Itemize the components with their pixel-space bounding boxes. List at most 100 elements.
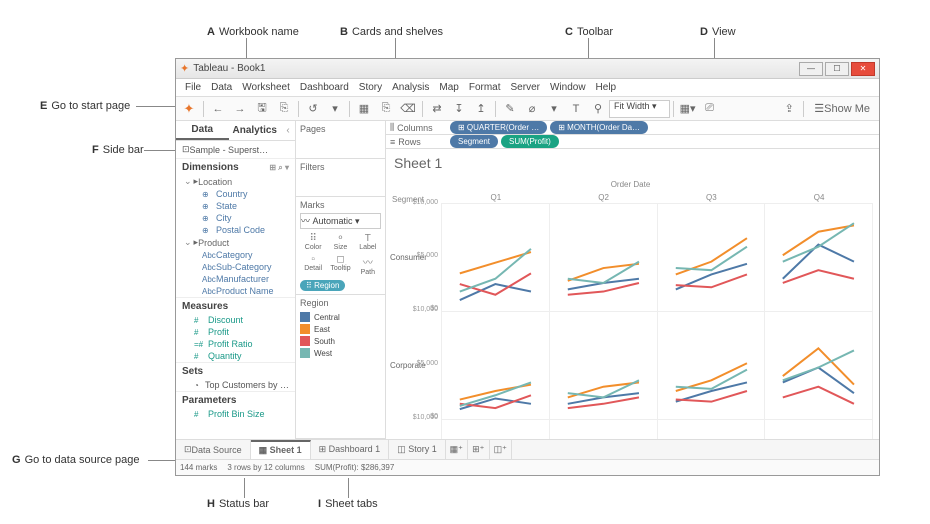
undo-button[interactable]: ↺ bbox=[303, 99, 323, 119]
mark-color[interactable]: ⠿Color bbox=[300, 232, 326, 252]
fit-select[interactable]: Fit Width ▾ bbox=[609, 100, 670, 118]
show-me-button[interactable]: ☰ Show Me bbox=[808, 99, 876, 119]
chart-cell[interactable]: $10,000$5,000$0 bbox=[441, 203, 550, 312]
sidebar-tab-analytics[interactable]: Analytics bbox=[229, 121, 282, 140]
new-dashboard-tab[interactable]: ⊞⁺ bbox=[468, 440, 490, 459]
marks-type-select[interactable]: 〰 Automatic ▾ bbox=[300, 213, 381, 229]
swap-button[interactable]: ⇄ bbox=[427, 99, 447, 119]
measure-field[interactable]: #Discount bbox=[176, 314, 295, 326]
legend-item[interactable]: West bbox=[300, 347, 381, 359]
highlight-button[interactable]: ✎ bbox=[500, 99, 520, 119]
mark-label[interactable]: TLabel bbox=[355, 232, 381, 252]
redo-dropdown[interactable]: ▾ bbox=[325, 99, 345, 119]
shelf-pill[interactable]: ⊞ QUARTER(Order … bbox=[450, 121, 547, 134]
chart-cell[interactable] bbox=[549, 311, 658, 420]
chart-cell[interactable]: $10,000$5,000$0 bbox=[441, 419, 550, 440]
dim-field[interactable]: ⊕Country bbox=[176, 188, 295, 200]
mark-tooltip[interactable]: ◻Tooltip bbox=[327, 253, 353, 277]
dim-field[interactable]: ⊕City bbox=[176, 212, 295, 224]
legend-item[interactable]: East bbox=[300, 323, 381, 335]
new-story-tab[interactable]: ◫⁺ bbox=[490, 440, 512, 459]
sidebar-collapse-icon[interactable]: ‹ bbox=[281, 121, 295, 140]
chart-cell[interactable] bbox=[657, 419, 766, 440]
start-page-button[interactable]: ✦ bbox=[179, 99, 199, 119]
share-button[interactable]: ⇪ bbox=[779, 99, 799, 119]
marks-color-pill[interactable]: ⠿ Region bbox=[300, 280, 345, 291]
dim-group[interactable]: ⌄▸ Product bbox=[176, 236, 295, 249]
chart-cell[interactable] bbox=[549, 419, 658, 440]
menu-analysis[interactable]: Analysis bbox=[387, 82, 434, 93]
dim-field[interactable]: AbcCategory bbox=[176, 249, 295, 261]
columns-shelf[interactable]: ⫼Columns ⊞ QUARTER(Order …⊞ MONTH(Order … bbox=[386, 121, 879, 135]
menu-story[interactable]: Story bbox=[354, 82, 387, 93]
dim-field[interactable]: AbcManufacturer bbox=[176, 273, 295, 285]
menu-data[interactable]: Data bbox=[206, 82, 237, 93]
clear-button[interactable]: ⌫ bbox=[398, 99, 418, 119]
mark-size[interactable]: ⚬Size bbox=[327, 232, 353, 252]
view-area: ⫼Columns ⊞ QUARTER(Order …⊞ MONTH(Order … bbox=[386, 121, 879, 439]
measure-field[interactable]: #Quantity bbox=[176, 350, 295, 362]
group-button[interactable]: ⌀ bbox=[522, 99, 542, 119]
chart-cell[interactable] bbox=[657, 203, 766, 312]
chart-cell[interactable] bbox=[657, 311, 766, 420]
label-button[interactable]: T bbox=[566, 99, 586, 119]
menu-server[interactable]: Server bbox=[506, 82, 545, 93]
sheet-tab[interactable]: ⊞ Dashboard 1 bbox=[311, 440, 390, 459]
sidebar-tab-data[interactable]: Data bbox=[176, 121, 229, 140]
measure-field[interactable]: =#Profit Ratio bbox=[176, 338, 295, 350]
new-worksheet-button[interactable]: ▦ bbox=[354, 99, 374, 119]
quarter-header: Q4 bbox=[765, 190, 873, 204]
dropdown-icon[interactable]: ▾ bbox=[544, 99, 564, 119]
chart-area[interactable]: Order Date SegmentQ1Q2Q3Q4Consumer$10,00… bbox=[386, 177, 879, 439]
set-item[interactable]: ◔Top Customers by … bbox=[176, 379, 295, 391]
sheet-tab[interactable]: ▦ Sheet 1 bbox=[251, 440, 311, 459]
menu-map[interactable]: Map bbox=[434, 82, 463, 93]
presentation-button[interactable]: ⎚ bbox=[700, 99, 720, 119]
mark-path[interactable]: 〰Path bbox=[355, 253, 381, 277]
dim-group[interactable]: ⌄▸ Location bbox=[176, 175, 295, 188]
back-button[interactable]: ← bbox=[208, 99, 228, 119]
mark-detail[interactable]: ▫Detail bbox=[300, 253, 326, 277]
measure-field[interactable]: #Profit bbox=[176, 326, 295, 338]
dim-field[interactable]: AbcSub-Category bbox=[176, 261, 295, 273]
menu-format[interactable]: Format bbox=[464, 82, 506, 93]
chart-cell[interactable] bbox=[764, 419, 873, 440]
view-cards-button[interactable]: ▦▾ bbox=[678, 99, 698, 119]
shelf-pill[interactable]: Segment bbox=[450, 135, 498, 148]
data-source-tab[interactable]: ⊡ Data Source bbox=[176, 440, 251, 459]
forward-button[interactable]: → bbox=[230, 99, 250, 119]
save-button[interactable]: 🖫 bbox=[252, 99, 272, 119]
parameter-item[interactable]: #Profit Bin Size bbox=[176, 408, 295, 420]
menu-file[interactable]: File bbox=[180, 82, 206, 93]
dim-field[interactable]: ⊕Postal Code bbox=[176, 224, 295, 236]
sheet-title[interactable]: Sheet 1 bbox=[386, 149, 879, 177]
legend-item[interactable]: South bbox=[300, 335, 381, 347]
chart-cell[interactable] bbox=[549, 203, 658, 312]
menu-window[interactable]: Window bbox=[545, 82, 591, 93]
menu-help[interactable]: Help bbox=[591, 82, 622, 93]
duplicate-button[interactable]: ⎘ bbox=[376, 99, 396, 119]
close-button[interactable]: ✕ bbox=[851, 62, 875, 76]
dim-field[interactable]: ⊕State bbox=[176, 200, 295, 212]
filters-card[interactable]: Filters bbox=[296, 159, 385, 197]
rows-shelf[interactable]: ≡Rows SegmentSUM(Profit) bbox=[386, 135, 879, 149]
new-worksheet-tab[interactable]: ▦⁺ bbox=[446, 440, 468, 459]
shelf-pill[interactable]: SUM(Profit) bbox=[501, 135, 559, 148]
chart-cell[interactable] bbox=[764, 203, 873, 312]
dim-field[interactable]: AbcProduct Name bbox=[176, 285, 295, 297]
menu-dashboard[interactable]: Dashboard bbox=[295, 82, 354, 93]
new-data-button[interactable]: ⎘ bbox=[274, 99, 294, 119]
maximize-button[interactable]: ☐ bbox=[825, 62, 849, 76]
sort-asc-button[interactable]: ↧ bbox=[449, 99, 469, 119]
minimize-button[interactable]: — bbox=[799, 62, 823, 76]
chart-cell[interactable]: $10,000$5,000$0 bbox=[441, 311, 550, 420]
sort-desc-button[interactable]: ↥ bbox=[471, 99, 491, 119]
pages-card[interactable]: Pages bbox=[296, 121, 385, 159]
menu-worksheet[interactable]: Worksheet bbox=[237, 82, 295, 93]
legend-item[interactable]: Central bbox=[300, 311, 381, 323]
chart-cell[interactable] bbox=[764, 311, 873, 420]
pin-button[interactable]: ⚲ bbox=[588, 99, 608, 119]
sheet-tab[interactable]: ◫ Story 1 bbox=[389, 440, 446, 459]
shelf-pill[interactable]: ⊞ MONTH(Order Da… bbox=[550, 121, 648, 134]
data-source-item[interactable]: ⊡ Sample - Superst… bbox=[176, 141, 295, 158]
